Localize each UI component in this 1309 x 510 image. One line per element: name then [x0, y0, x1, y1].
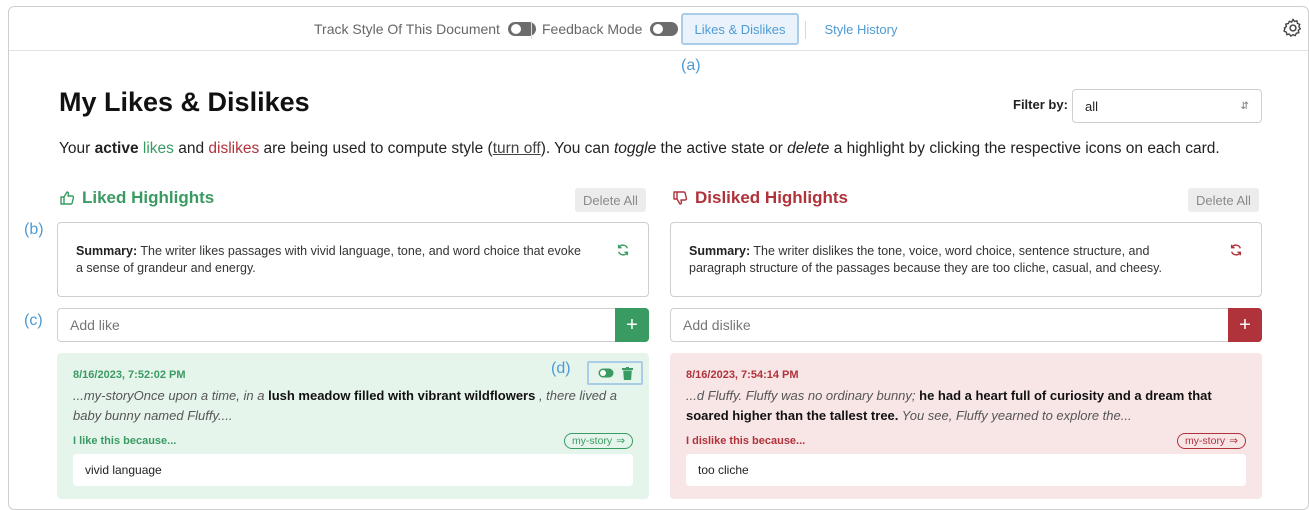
- passage-text: ...my-storyOnce upon a time, in a: [73, 388, 269, 403]
- summary-label: Summary:: [689, 244, 751, 258]
- app-frame: Track Style Of This Document Feedback Mo…: [8, 6, 1309, 510]
- feedback-mode-toggle[interactable]: [650, 22, 679, 36]
- desc-likes: likes: [142, 140, 174, 157]
- card-passage: ...d Fluffy. Fluffy was no ordinary bunn…: [686, 386, 1246, 426]
- disliked-heading-label: Disliked Highlights: [695, 188, 849, 207]
- add-like-input[interactable]: [58, 309, 615, 341]
- annotation-b: (b): [24, 221, 44, 238]
- toggle-icon[interactable]: [598, 368, 614, 378]
- open-external-icon: ⇒: [1229, 435, 1238, 447]
- topbar-divider: [531, 21, 532, 39]
- add-dislike-row: +: [670, 308, 1262, 342]
- add-like-button[interactable]: +: [615, 308, 649, 342]
- chevron-updown-icon: ⇵: [1240, 100, 1249, 112]
- add-dislike-button[interactable]: +: [1228, 308, 1262, 342]
- desc-toggle: toggle: [613, 140, 657, 157]
- track-style-label: Track Style Of This Document: [314, 21, 500, 37]
- card-passage: ...my-storyOnce upon a time, in a lush m…: [73, 386, 633, 426]
- reason-field[interactable]: vivid language: [73, 454, 633, 486]
- filter-select[interactable]: all ⇵: [1072, 89, 1262, 123]
- liked-summary: Summary: The writer likes passages with …: [57, 222, 649, 297]
- track-style-control: Track Style Of This Document: [314, 7, 536, 51]
- filter-label: Filter by:: [1013, 97, 1068, 112]
- liked-card: 8/16/2023, 7:52:02 PM ...my-storyOnce up…: [57, 353, 649, 499]
- disliked-summary: Summary: The writer dislikes the tone, v…: [670, 222, 1262, 297]
- add-dislike-input[interactable]: [671, 309, 1228, 341]
- liked-heading-label: Liked Highlights: [82, 188, 215, 207]
- liked-delete-all-button[interactable]: Delete All: [575, 188, 646, 212]
- because-label: I dislike this because...: [686, 435, 806, 447]
- topbar-divider: [805, 21, 806, 39]
- tab-style-history[interactable]: Style History: [811, 13, 911, 45]
- disliked-card: 8/16/2023, 7:54:14 PM ...d Fluffy. Fluff…: [670, 353, 1262, 499]
- desc-text: and: [173, 140, 209, 157]
- annotation-d: (d): [551, 360, 571, 377]
- description: Your active likes and dislikes are being…: [59, 140, 1220, 158]
- tab-likes-dislikes[interactable]: Likes & Dislikes: [681, 13, 799, 45]
- desc-text: are being used to compute style (: [259, 140, 493, 157]
- gear-icon[interactable]: [1282, 17, 1304, 39]
- desc-text: a highlight by clicking the respective i…: [829, 140, 1220, 157]
- desc-delete: delete: [787, 140, 830, 157]
- because-row: I like this because... my-story ⇒: [73, 433, 633, 449]
- thumbs-up-icon: [60, 191, 75, 205]
- summary-text: The writer dislikes the tone, voice, wor…: [689, 244, 1162, 275]
- summary-label: Summary:: [76, 244, 138, 258]
- desc-active: active: [94, 140, 139, 157]
- liked-heading: Liked Highlights: [59, 188, 214, 208]
- because-label: I like this because...: [73, 435, 177, 447]
- tag-label: my-story: [571, 435, 613, 447]
- filter-value: all: [1085, 98, 1099, 114]
- turn-off-link[interactable]: turn off: [493, 140, 541, 157]
- card-actions: [587, 361, 643, 385]
- disliked-heading: Disliked Highlights: [672, 188, 848, 208]
- card-timestamp: 8/16/2023, 7:54:14 PM: [686, 369, 799, 381]
- disliked-delete-all-button[interactable]: Delete All: [1188, 188, 1259, 212]
- passage-text: You see, Fluffy yearned to explore the..…: [898, 408, 1132, 423]
- because-row: I dislike this because... my-story ⇒: [686, 433, 1246, 449]
- trash-icon[interactable]: [621, 366, 633, 380]
- annotation-c: (c): [24, 312, 43, 329]
- card-timestamp: 8/16/2023, 7:52:02 PM: [73, 369, 186, 381]
- desc-dislikes: dislikes: [208, 140, 260, 157]
- annotation-a: (a): [681, 57, 701, 74]
- document-tag[interactable]: my-story ⇒: [1176, 433, 1246, 449]
- document-tag[interactable]: my-story ⇒: [563, 433, 633, 449]
- passage-text: ...d Fluffy. Fluffy was no ordinary bunn…: [686, 388, 920, 403]
- passage-highlight: lush meadow filled with vibrant wildflow…: [268, 388, 536, 403]
- feedback-mode-control: Feedback Mode: [542, 7, 679, 51]
- tag-label: my-story: [1184, 435, 1226, 447]
- add-like-row: +: [57, 308, 649, 342]
- refresh-icon[interactable]: [1229, 243, 1243, 257]
- desc-text: ). You can: [540, 140, 614, 157]
- top-bar: Track Style Of This Document Feedback Mo…: [9, 7, 1308, 51]
- open-external-icon: ⇒: [616, 435, 625, 447]
- thumbs-down-icon: [673, 191, 688, 205]
- desc-text: the active state or: [656, 140, 788, 157]
- desc-text: Your: [59, 140, 95, 157]
- feedback-mode-label: Feedback Mode: [542, 21, 643, 37]
- refresh-icon[interactable]: [616, 243, 630, 257]
- summary-text: The writer likes passages with vivid lan…: [76, 244, 581, 275]
- reason-field[interactable]: too cliche: [686, 454, 1246, 486]
- page-title: My Likes & Dislikes: [59, 87, 310, 117]
